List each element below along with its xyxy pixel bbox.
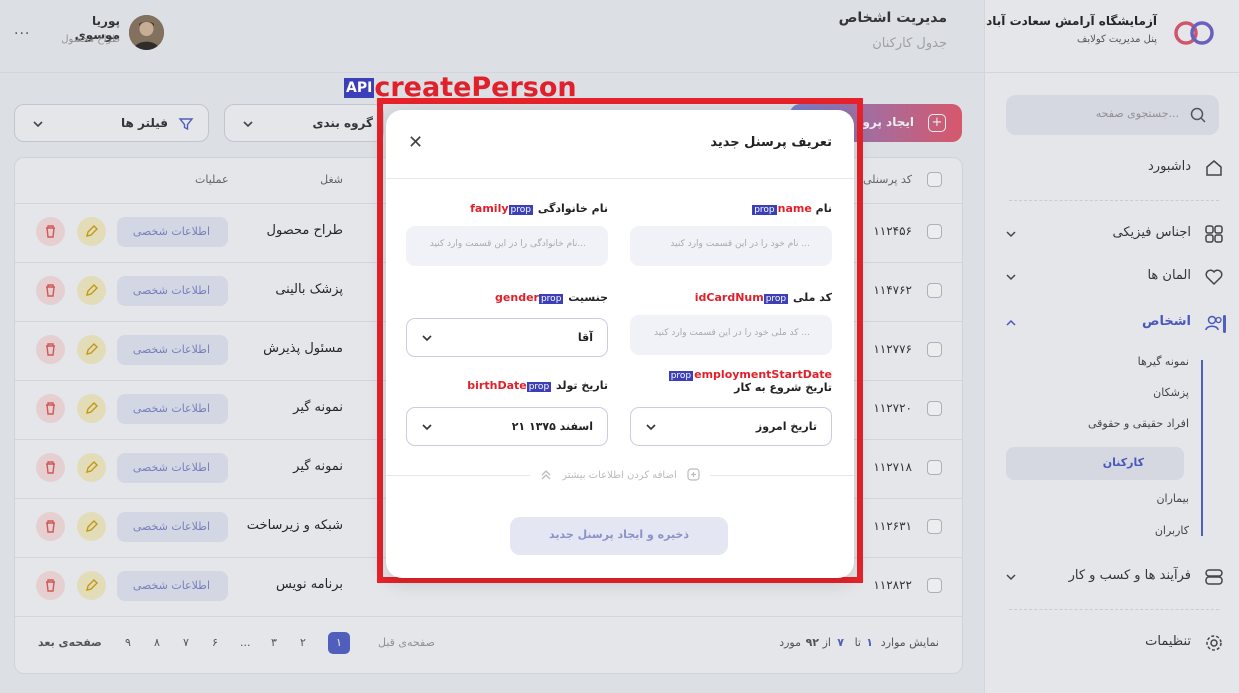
chevron-down-icon [422, 335, 432, 342]
idcard-placeholder: کد ملی خود را در این قسمت وارد کنید ... [654, 328, 810, 338]
save-button[interactable]: ذخیره و ایجاد پرسنل جدید [510, 517, 728, 555]
prop-badge: prop [668, 371, 694, 381]
field-label: نام خانوادگی [537, 202, 608, 215]
field-label: کد ملی [792, 291, 832, 304]
plus-icon [686, 468, 700, 481]
family-placeholder: نام خانوادگی را در این قسمت وارد کنید... [429, 239, 586, 249]
add-more-info-label: اضافه کردن اطلاعات بیشتر [562, 470, 677, 481]
birth-date-value: ۲۱ اسفند ۱۳۷۵ [511, 420, 593, 433]
prop-badge: prop [508, 205, 533, 215]
gender-label: جنسیت gender prop [495, 291, 608, 304]
idcard-label: کد ملی idCardNum prop [695, 291, 832, 304]
family-label: نام خانوادگی family prop [470, 202, 608, 215]
api-badge: API [344, 77, 375, 98]
gender-value: آقا [577, 331, 593, 344]
start-date-label: prop employmentStartDate تاریخ شروع به کا… [668, 368, 832, 394]
prop-badge: prop [526, 382, 552, 392]
prop-name: family [470, 202, 509, 215]
family-field[interactable]: نام خانوادگی را در این قسمت وارد کنید... [406, 226, 608, 266]
chevron-down-icon [422, 424, 432, 431]
birth-date-label: تاریخ تولد birthDate prop [467, 379, 608, 392]
start-date-value: تاریخ امروز [755, 420, 817, 433]
divider [386, 178, 854, 179]
prop-badge: prop [752, 205, 777, 215]
birth-date-select[interactable]: ۲۱ اسفند ۱۳۷۵ [406, 407, 608, 446]
name-field[interactable]: نام خود را در این قسمت وارد کنید ... [630, 226, 832, 266]
prop-name: gender [495, 291, 539, 304]
name-placeholder: نام خود را در این قسمت وارد کنید ... [670, 239, 810, 249]
prop-badge: prop [538, 294, 564, 304]
idcard-field[interactable]: کد ملی خود را در این قسمت وارد کنید ... [630, 315, 832, 355]
name-label: نام prop name [752, 202, 832, 215]
chevrons-up-icon [541, 469, 551, 479]
prop-name: employmentStartDate [694, 368, 832, 381]
field-label: تاریخ تولد [556, 379, 608, 392]
close-icon[interactable]: ✕ [408, 134, 423, 152]
save-button-label: ذخیره و ایجاد پرسنل جدید [548, 528, 690, 541]
chevron-down-icon [646, 424, 656, 431]
create-person-modal: تعریف پرسنل جدید ✕ نام prop name نام خود … [386, 110, 854, 578]
prop-name: idCardNum [694, 291, 764, 304]
field-label: تاریخ شروع به کار [734, 381, 832, 394]
add-more-info-toggle[interactable]: اضافه کردن اطلاعات بیشتر [386, 467, 854, 481]
prop-name: birthDate [467, 379, 527, 392]
start-date-select[interactable]: تاریخ امروز [630, 407, 832, 446]
prop-badge: prop [763, 294, 789, 304]
field-label: نام [815, 202, 832, 215]
field-label: جنسیت [568, 291, 608, 304]
gender-select[interactable]: آقا [406, 318, 608, 357]
modal-title: تعریف پرسنل جدید [710, 135, 832, 150]
prop-name: name [777, 202, 812, 215]
